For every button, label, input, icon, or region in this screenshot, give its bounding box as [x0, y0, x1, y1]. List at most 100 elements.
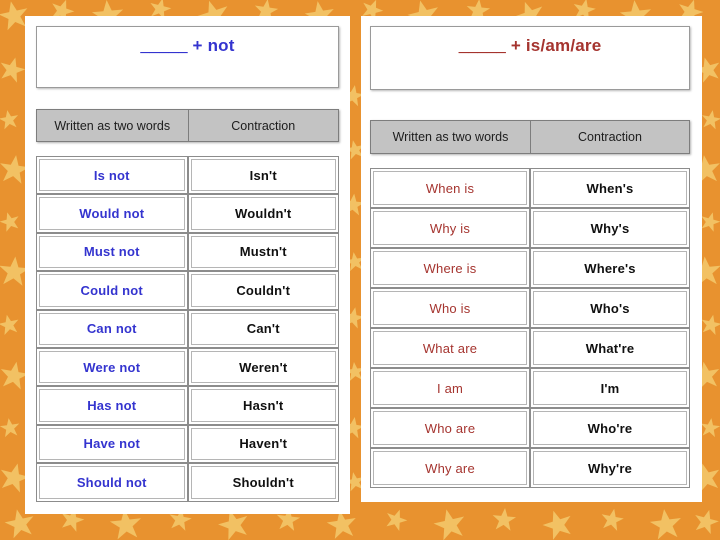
cell-text: Mustn't — [239, 244, 287, 260]
table-row: Would not Wouldn't — [36, 194, 339, 233]
cell-two-words: Could not — [36, 271, 188, 310]
cell-contraction: Weren't — [187, 347, 339, 387]
panel-left-title-blank: _____ — [140, 36, 188, 55]
cell-text: Where is — [423, 260, 477, 276]
cell-text: Must not — [83, 244, 140, 260]
cell-text: What're — [585, 340, 635, 356]
cell-contraction: Where's — [530, 248, 690, 288]
cell-text: Is not — [93, 167, 130, 183]
cell-contraction: Shouldn't — [187, 463, 339, 502]
cell-two-words: Should not — [36, 463, 188, 502]
cell-text: Hasn't — [243, 398, 284, 414]
panel-left-title: _____ + not — [37, 27, 338, 56]
cell-text: Would not — [79, 206, 145, 222]
cell-text: Why's — [590, 220, 630, 236]
cell-text: Can't — [246, 321, 280, 337]
column-header-contraction-right: Contraction — [530, 121, 689, 153]
cell-text: Can not — [86, 321, 137, 337]
table-row: Could not Couldn't — [36, 271, 339, 310]
cell-text: Has not — [87, 398, 137, 414]
cell-text: Shouldn't — [232, 474, 294, 490]
cell-two-words: Is not — [36, 156, 188, 195]
cell-text: Wouldn't — [235, 206, 292, 222]
column-header-two-words-left: Written as two words — [54, 118, 171, 133]
table-row: Where is Where's — [370, 248, 690, 288]
cell-contraction: Couldn't — [187, 271, 339, 310]
cell-text: Couldn't — [236, 282, 291, 298]
cell-two-words: Would not — [36, 194, 188, 233]
cell-contraction: Why's — [530, 208, 690, 248]
cell-two-words: Must not — [36, 232, 188, 272]
column-header-bar-right: Written as two words Contraction — [370, 120, 690, 154]
cell-text: Haven't — [239, 436, 288, 452]
cell-two-words: Why is — [370, 208, 530, 248]
cell-text: Why are — [425, 460, 475, 476]
cell-contraction: Isn't — [187, 156, 339, 195]
panel-right-title-blank: _____ — [458, 36, 506, 55]
cell-two-words: When is — [370, 168, 530, 208]
cell-text: Where's — [584, 260, 636, 276]
cell-text: Who're — [587, 420, 633, 436]
cell-two-words: I am — [370, 368, 530, 408]
cell-two-words: Where is — [370, 248, 530, 288]
cell-text: Who are — [424, 420, 476, 436]
cell-contraction: Haven't — [187, 424, 339, 464]
cell-text: Weren't — [239, 359, 288, 375]
cell-two-words: Has not — [36, 386, 188, 425]
cell-text: I am — [436, 380, 464, 396]
title-box-left: _____ + not — [36, 26, 339, 88]
cell-contraction: What're — [530, 328, 690, 368]
title-left-wrapper: _____ + not — [37, 27, 338, 56]
cell-text: When's — [586, 180, 634, 196]
contraction-table-right: When is When's Why is Why's Where is Where's W… — [370, 168, 690, 488]
cell-contraction: When's — [530, 168, 690, 208]
table-row: I am I'm — [370, 368, 690, 408]
cell-contraction: Hasn't — [187, 386, 339, 425]
cell-text: Why is — [429, 220, 471, 236]
panel-not-contractions: _____ + not Written as two words Contrac… — [25, 16, 350, 514]
cell-two-words: Have not — [36, 424, 188, 464]
column-header-bar-left: Written as two words Contraction — [36, 109, 339, 142]
table-row: Were not Weren't — [36, 347, 339, 387]
table-row: Why are Why're — [370, 448, 690, 488]
cell-contraction: Who're — [530, 408, 690, 448]
panel-left-title-suffix: + not — [187, 36, 235, 55]
cell-contraction: Who's — [530, 288, 690, 328]
table-row: Has not Hasn't — [36, 386, 339, 425]
table-row: Why is Why's — [370, 208, 690, 248]
contraction-table-left: Is not Isn't Would not Wouldn't Must not Must… — [36, 156, 339, 502]
cell-text: Should not — [76, 474, 147, 490]
table-row: Should not Shouldn't — [36, 463, 339, 502]
cell-contraction: Can't — [187, 309, 339, 348]
table-row: What are What're — [370, 328, 690, 368]
table-row: When is When's — [370, 168, 690, 208]
cell-text: I'm — [600, 380, 620, 396]
cell-text: Why're — [587, 460, 633, 476]
cell-text: Who's — [590, 300, 630, 316]
cell-text: Were not — [83, 359, 141, 375]
panel-is-am-are-contractions: _____ + is/am/are Written as two words C… — [361, 16, 702, 502]
cell-contraction: Mustn't — [187, 232, 339, 272]
slide-stage: _____ + not Written as two words Contrac… — [0, 0, 720, 540]
cell-text: Have not — [83, 436, 140, 452]
cell-text: When is — [425, 180, 475, 196]
cell-contraction: Wouldn't — [187, 194, 339, 233]
cell-two-words: Who is — [370, 288, 530, 328]
table-row: Who are Who're — [370, 408, 690, 448]
title-right-wrapper: _____ + is/am/are — [371, 27, 689, 56]
cell-contraction: Why're — [530, 448, 690, 488]
table-row: Can not Can't — [36, 309, 339, 348]
table-row: Have not Haven't — [36, 424, 339, 464]
cell-text: Who is — [429, 300, 471, 316]
cell-text: Could not — [80, 282, 143, 298]
cell-two-words: Can not — [36, 309, 188, 348]
panel-right-title-suffix: + is/am/are — [505, 36, 602, 55]
column-header-two-words-right: Written as two words — [392, 130, 509, 144]
cell-two-words: What are — [370, 328, 530, 368]
title-box-right: _____ + is/am/are — [370, 26, 690, 90]
column-header-contraction-left: Contraction — [187, 110, 339, 141]
cell-two-words: Why are — [370, 448, 530, 488]
cell-text: Isn't — [249, 167, 277, 183]
panel-right-title: _____ + is/am/are — [371, 27, 689, 56]
cell-contraction: I'm — [530, 368, 690, 408]
